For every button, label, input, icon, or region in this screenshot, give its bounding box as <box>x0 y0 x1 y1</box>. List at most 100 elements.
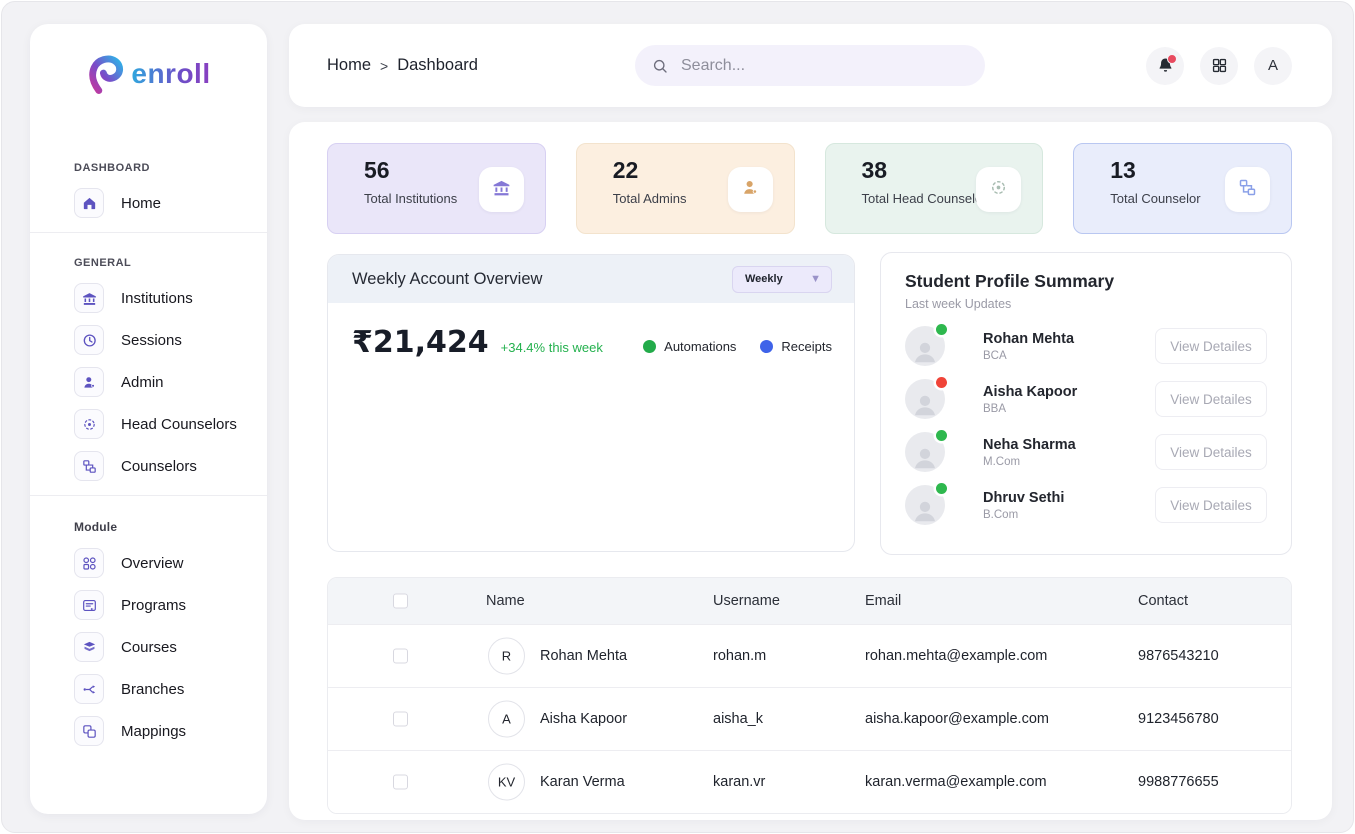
cell-email: aisha.kapoor@example.com <box>865 711 1049 727</box>
sidebar: enroll DASHBOARD Home GENERAL Institutio… <box>30 24 267 814</box>
student-name: Aisha Kapoor <box>983 384 1077 400</box>
cell-name: Aisha Kapoor <box>540 711 627 727</box>
row-avatar-initials: KV <box>488 764 525 801</box>
legend-label-automations: Automations <box>664 339 736 354</box>
legend-dot-automations <box>643 340 656 353</box>
column-header-email: Email <box>865 593 901 609</box>
main-content: 56 Total Institutions 22 Total Admins 38… <box>289 122 1332 820</box>
notifications-button[interactable] <box>1146 47 1184 85</box>
notification-badge <box>1167 54 1177 64</box>
stat-card-total-institutions: 56 Total Institutions <box>327 143 546 234</box>
brand-logo-text: enroll <box>131 58 210 90</box>
cell-username: rohan.m <box>713 648 766 664</box>
nav-item-label: Sessions <box>121 332 182 349</box>
summary-subtitle: Last week Updates <box>905 297 1267 311</box>
stat-icon-box <box>479 167 524 212</box>
weekly-overview-title: Weekly Account Overview <box>352 270 542 289</box>
stat-icon-box <box>728 167 773 212</box>
topbar: Home > Dashboard <box>289 24 1332 107</box>
status-dot <box>936 483 947 494</box>
sidebar-item-home[interactable]: Home <box>30 188 267 218</box>
sidebar-item-admin[interactable]: Admin <box>30 367 267 397</box>
sidebar-item-programs[interactable]: Programs <box>30 590 267 620</box>
programs-icon <box>74 590 104 620</box>
status-dot <box>936 324 947 335</box>
breadcrumb-home-link[interactable]: Home <box>327 56 371 75</box>
student-row-neha-sharma: Neha Sharma M.Com View Detailes <box>905 432 1267 472</box>
summary-title: Student Profile Summary <box>905 271 1267 292</box>
stat-icon-box <box>1225 167 1270 212</box>
table-row-aisha-kapoor: A Aisha Kapoor aisha_k aisha.kapoor@exam… <box>328 687 1291 750</box>
row-checkbox[interactable] <box>393 775 408 790</box>
period-dropdown-value: Weekly <box>745 273 783 285</box>
search-input[interactable] <box>679 56 969 76</box>
student-profile-summary-card: Student Profile Summary Last week Update… <box>880 252 1292 555</box>
cell-username: karan.vr <box>713 774 765 790</box>
sidebar-item-overview[interactable]: Overview <box>30 548 267 578</box>
search-icon <box>651 57 669 75</box>
row-avatar-initials: A <box>488 701 525 738</box>
stat-card-total-counselor: 13 Total Counselor <box>1073 143 1292 234</box>
legend-item-automations: Automations <box>643 339 736 354</box>
nav-item-label: Head Counselors <box>121 416 237 433</box>
sidebar-item-branches[interactable]: Branches <box>30 674 267 704</box>
nav-item-label: Institutions <box>121 290 193 307</box>
mappings-icon <box>74 716 104 746</box>
student-avatar <box>905 326 945 366</box>
nav-item-label: Admin <box>121 374 164 391</box>
row-checkbox[interactable] <box>393 649 408 664</box>
weekly-overview-header: Weekly Account Overview Weekly ▼ <box>328 255 854 303</box>
section-label-module: Module <box>74 520 267 534</box>
cell-contact: 9123456780 <box>1138 711 1219 727</box>
student-row-aisha-kapoor: Aisha Kapoor BBA View Detailes <box>905 379 1267 419</box>
brand-logo: enroll <box>30 50 267 98</box>
nav-item-label: Overview <box>121 555 184 572</box>
sidebar-item-sessions[interactable]: Sessions <box>30 325 267 355</box>
user-avatar[interactable]: A <box>1254 47 1292 85</box>
counselors-icon <box>74 451 104 481</box>
legend-label-receipts: Receipts <box>781 339 832 354</box>
cell-name: Karan Verma <box>540 774 625 790</box>
apps-menu-button[interactable] <box>1200 47 1238 85</box>
sidebar-item-institutions[interactable]: Institutions <box>30 283 267 313</box>
nav-item-label: Mappings <box>121 723 186 740</box>
view-details-button[interactable]: View Detailes <box>1155 381 1267 417</box>
status-dot <box>936 377 947 388</box>
counselors-icon <box>1237 177 1258 203</box>
student-row-rohan-mehta: Rohan Mehta BCA View Detailes <box>905 326 1267 366</box>
sidebar-item-mappings[interactable]: Mappings <box>30 716 267 746</box>
head-counselors-icon <box>74 409 104 439</box>
column-header-name: Name <box>486 593 525 609</box>
view-details-button[interactable]: View Detailes <box>1155 328 1267 364</box>
view-details-button[interactable]: View Detailes <box>1155 434 1267 470</box>
user-avatar-initial: A <box>1268 57 1278 74</box>
admin-icon <box>74 367 104 397</box>
courses-icon <box>74 632 104 662</box>
table-row-rohan-mehta: R Rohan Mehta rohan.m rohan.mehta@exampl… <box>328 624 1291 687</box>
period-dropdown[interactable]: Weekly ▼ <box>732 266 832 293</box>
view-details-button[interactable]: View Detailes <box>1155 487 1267 523</box>
users-table: Name Username Email Contact R Rohan Meht… <box>327 577 1292 814</box>
search-box[interactable] <box>635 45 985 86</box>
sidebar-item-courses[interactable]: Courses <box>30 632 267 662</box>
sidebar-divider <box>30 495 267 496</box>
stat-icon-box <box>976 167 1021 212</box>
breadcrumb-current-page: Dashboard <box>397 56 478 75</box>
apps-grid-icon <box>1210 56 1229 75</box>
row-checkbox[interactable] <box>393 712 408 727</box>
cell-email: rohan.mehta@example.com <box>865 648 1047 664</box>
sidebar-item-head-counselors[interactable]: Head Counselors <box>30 409 267 439</box>
nav-item-label: Courses <box>121 639 177 656</box>
student-course: BBA <box>983 403 1077 415</box>
sidebar-item-counselors[interactable]: Counselors <box>30 451 267 481</box>
sidebar-divider <box>30 232 267 233</box>
sessions-icon <box>74 325 104 355</box>
overview-icon <box>74 548 104 578</box>
column-header-contact: Contact <box>1138 593 1188 609</box>
select-all-checkbox[interactable] <box>393 594 408 609</box>
weekly-change: +34.4% this week <box>501 340 603 355</box>
student-name: Dhruv Sethi <box>983 490 1064 506</box>
student-course: BCA <box>983 350 1074 362</box>
table-row-karan-verma: KV Karan Verma karan.vr karan.verma@exam… <box>328 750 1291 813</box>
row-avatar-initials: R <box>488 638 525 675</box>
